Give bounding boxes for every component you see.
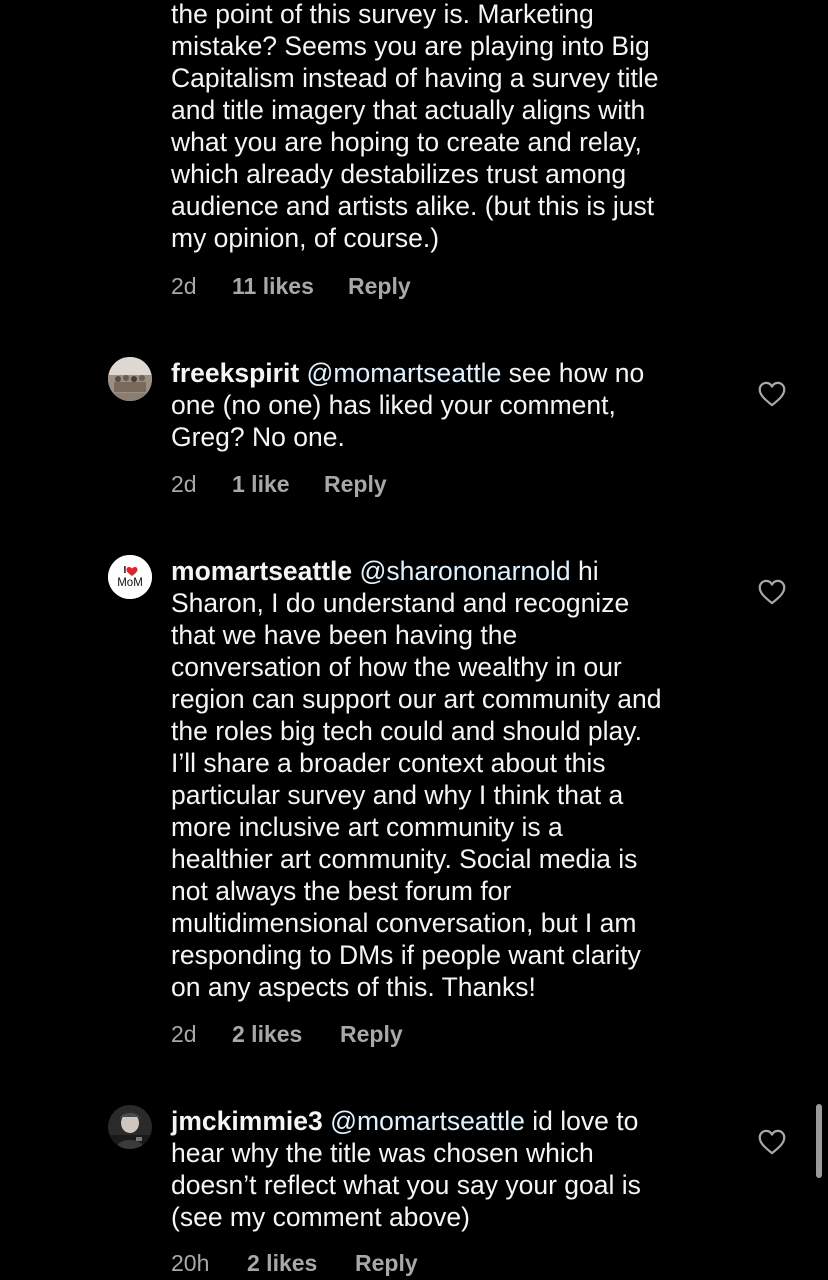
svg-text:MoM: MoM: [117, 577, 143, 589]
comment-meta: 2d 2 likes Reply: [171, 1019, 403, 1049]
scrollbar[interactable]: [816, 1104, 822, 1178]
comment-time: 2d: [171, 272, 197, 299]
comment-username[interactable]: momartseattle: [171, 556, 352, 586]
group-photo-icon: [108, 357, 152, 401]
comment-likes[interactable]: 2 likes: [232, 1021, 340, 1048]
comment-likes[interactable]: 1 like: [232, 471, 324, 498]
comment-text-first: see how no: [501, 358, 645, 388]
comment-time: 20h: [171, 1249, 210, 1276]
comment-text: momartseattle @sharononarnold hi Sharon,…: [171, 555, 731, 1003]
reply-button[interactable]: Reply: [324, 471, 387, 498]
comment-likes[interactable]: 2 likes: [247, 1250, 355, 1277]
mom-logo-icon: I MoM: [108, 555, 152, 599]
comment-mention[interactable]: @momartseattle: [307, 358, 502, 388]
heart-icon[interactable]: [758, 1129, 786, 1155]
comment-text-rest: hear why the title was chosen which does…: [171, 1138, 641, 1232]
comment-text-first: hi: [570, 556, 599, 586]
comment-text-rest: Sharon, I do understand and recognize th…: [171, 588, 662, 1002]
comment-mention[interactable]: @sharononarnold: [360, 556, 571, 586]
heart-icon[interactable]: [758, 381, 786, 407]
avatar[interactable]: [108, 1105, 152, 1149]
avatar[interactable]: I MoM: [108, 555, 152, 599]
heart-icon[interactable]: [758, 579, 786, 605]
reply-button[interactable]: Reply: [348, 273, 411, 300]
comment-text-rest: one (no one) has liked your comment, Gre…: [171, 390, 616, 452]
comment-meta: 20h 2 likes Reply: [171, 1248, 418, 1278]
comment-username[interactable]: freekspirit: [171, 358, 299, 388]
avatar[interactable]: [108, 357, 152, 401]
comment-mention[interactable]: @momartseattle: [330, 1106, 525, 1136]
reply-button[interactable]: Reply: [355, 1250, 418, 1277]
comment-username[interactable]: jmckimmie3: [171, 1106, 323, 1136]
reply-button[interactable]: Reply: [340, 1021, 403, 1048]
comment-text: jmckimmie3 @momartseattle id love to hea…: [171, 1105, 731, 1233]
comment-meta: 2d 1 like Reply: [171, 469, 387, 499]
comment-time: 2d: [171, 470, 197, 497]
svg-text:I: I: [124, 565, 127, 576]
comment-text: the point of this survey is. Marketing m…: [171, 0, 659, 253]
comment-text: freekspirit @momartseattle see how no on…: [171, 357, 731, 453]
comment-meta: 2d 11 likes Reply: [171, 271, 411, 301]
person-photo-icon: [108, 1105, 152, 1149]
comment-time: 2d: [171, 1020, 197, 1047]
comment-text-first: id love to: [524, 1106, 639, 1136]
comment-likes[interactable]: 11 likes: [232, 273, 348, 300]
